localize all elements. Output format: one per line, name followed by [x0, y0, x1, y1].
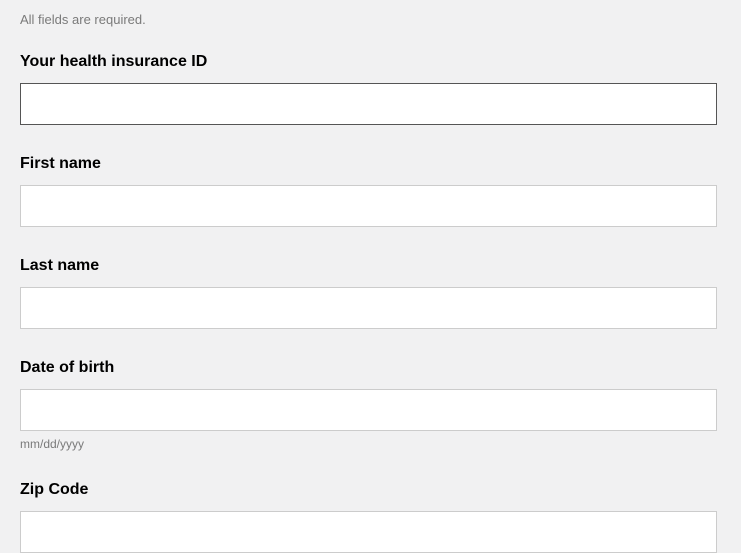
dob-input[interactable]: [20, 389, 717, 431]
last-name-input[interactable]: [20, 287, 717, 329]
insurance-id-label: Your health insurance ID: [20, 53, 717, 71]
required-fields-note: All fields are required.: [20, 12, 717, 27]
dob-hint: mm/dd/yyyy: [20, 437, 717, 451]
last-name-group: Last name: [20, 257, 717, 329]
dob-group: Date of birth mm/dd/yyyy: [20, 359, 717, 451]
dob-label: Date of birth: [20, 359, 717, 377]
insurance-id-group: Your health insurance ID: [20, 53, 717, 125]
first-name-group: First name: [20, 155, 717, 227]
zip-group: Zip Code: [20, 481, 717, 553]
insurance-id-input[interactable]: [20, 83, 717, 125]
zip-label: Zip Code: [20, 481, 717, 499]
last-name-label: Last name: [20, 257, 717, 275]
first-name-input[interactable]: [20, 185, 717, 227]
zip-input[interactable]: [20, 511, 717, 553]
first-name-label: First name: [20, 155, 717, 173]
